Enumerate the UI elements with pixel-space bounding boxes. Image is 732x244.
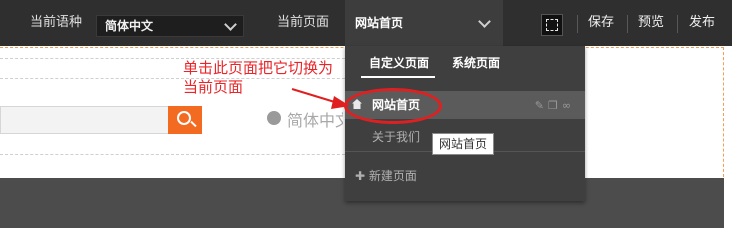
annotation-arrow: [291, 88, 350, 109]
